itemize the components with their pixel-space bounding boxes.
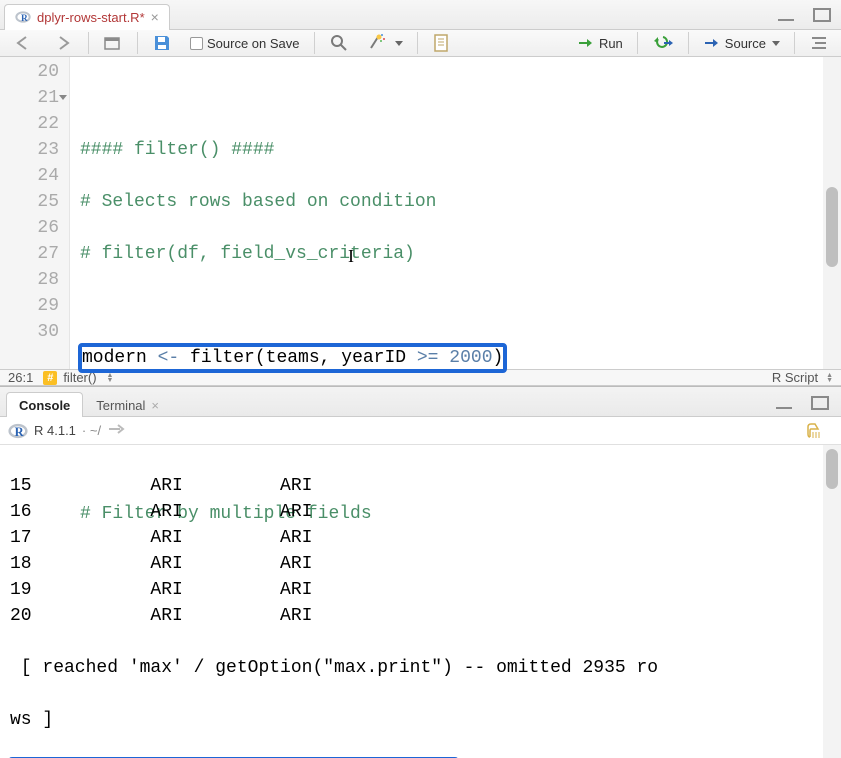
code-tools-button[interactable] — [361, 30, 409, 56]
file-tab[interactable]: R dplyr-rows-start.R* × — [4, 4, 170, 30]
console-row: 20 ARI ARI — [10, 603, 833, 629]
cursor-position: 26:1 — [8, 370, 33, 385]
chevron-down-icon — [772, 41, 780, 46]
svg-text:R: R — [21, 14, 28, 24]
console-output[interactable]: 15 ARI ARI16 ARI ARI17 ARI ARI18 ARI ARI… — [0, 445, 841, 758]
checkbox-icon — [190, 37, 203, 50]
scrollbar-thumb[interactable] — [826, 449, 838, 489]
file-tab-name: dplyr-rows-start.R* — [37, 10, 145, 25]
separator — [137, 32, 138, 54]
separator — [314, 32, 315, 54]
editor-scrollbar[interactable] — [823, 57, 841, 369]
code-editor[interactable]: 20 21 22 23 24 25 26 27 28 29 30 #### fi… — [0, 57, 841, 369]
line-gutter: 20 21 22 23 24 25 26 27 28 29 30 — [0, 57, 70, 369]
scrollbar-thumb[interactable] — [826, 187, 838, 267]
highlighted-line: modern <- filter(teams, yearID >= 2000) — [80, 345, 505, 371]
tab-close-icon[interactable]: × — [151, 398, 159, 413]
console-scrollbar[interactable] — [823, 445, 841, 758]
r-logo-icon: R — [8, 421, 28, 441]
maximize-pane-icon[interactable] — [807, 2, 837, 28]
file-tab-close-icon[interactable]: × — [151, 9, 159, 25]
separator — [688, 32, 689, 54]
tab-console[interactable]: Console — [6, 392, 83, 417]
run-button[interactable]: Run — [571, 30, 629, 56]
nav-forward-button[interactable] — [46, 30, 80, 56]
rerun-button[interactable] — [646, 30, 680, 56]
editor-tabbar: R dplyr-rows-start.R* × — [0, 0, 841, 30]
minimize-pane-icon[interactable] — [771, 2, 801, 28]
separator — [637, 32, 638, 54]
max-print-msg-1: [ reached 'max' / getOption("max.print")… — [10, 658, 658, 678]
show-in-new-window-button[interactable] — [97, 30, 129, 56]
chevron-down-icon — [395, 41, 403, 46]
run-label: Run — [599, 36, 623, 51]
compile-report-button[interactable] — [426, 30, 458, 56]
r-file-icon: R — [15, 9, 31, 25]
console-row: 19 ARI ARI — [10, 577, 833, 603]
r-version: R 4.1.1 — [34, 423, 76, 438]
source-button[interactable]: Source — [697, 30, 786, 56]
hash-icon: # — [43, 371, 57, 385]
console-row: 15 ARI ARI — [10, 473, 833, 499]
console-row: 18 ARI ARI — [10, 551, 833, 577]
separator — [88, 32, 89, 54]
separator — [417, 32, 418, 54]
source-label: Source — [725, 36, 766, 51]
separator — [794, 32, 795, 54]
tab-terminal[interactable]: Terminal× — [83, 392, 172, 417]
max-print-msg-2: ws ] — [10, 710, 53, 730]
console-row: 16 ARI ARI — [10, 499, 833, 525]
save-button[interactable] — [146, 30, 178, 56]
editor-toolbar: Source on Save Run Source — [0, 30, 841, 57]
source-on-save-label: Source on Save — [207, 36, 300, 51]
source-on-save-toggle[interactable]: Source on Save — [184, 30, 306, 56]
svg-text:R: R — [15, 425, 25, 439]
code-content[interactable]: #### filter() #### # Selects rows based … — [70, 57, 841, 369]
console-row: 17 ARI ARI — [10, 525, 833, 551]
outline-button[interactable] — [803, 30, 835, 56]
find-button[interactable] — [323, 30, 355, 56]
nav-back-button[interactable] — [6, 30, 40, 56]
